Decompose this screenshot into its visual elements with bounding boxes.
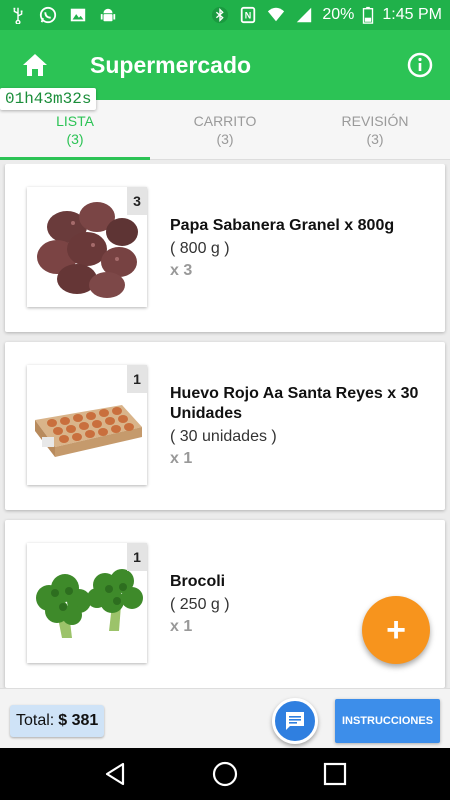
navigation-bar	[0, 748, 450, 800]
back-icon	[105, 762, 125, 786]
battery-percent: 20%	[322, 6, 355, 23]
product-quantity: x 3	[170, 262, 193, 279]
product-card[interactable]: 1 Huevo Rojo Aa Santa Reyes x 30 Unidade…	[5, 342, 445, 510]
quantity-badge: 1	[127, 543, 147, 571]
add-product-button[interactable]: +	[362, 596, 430, 664]
notification-icons	[8, 6, 118, 24]
recents-icon	[323, 762, 347, 786]
whatsapp-icon	[39, 6, 57, 24]
recents-button[interactable]	[315, 754, 355, 794]
svg-text:N: N	[245, 11, 252, 21]
status-time: 1:45 PM	[382, 6, 442, 23]
product-image-broccoli: 1	[27, 543, 147, 663]
tab-label: CARRITO	[193, 112, 257, 129]
plus-icon: +	[386, 610, 406, 649]
product-image-potatoes: 3	[27, 187, 147, 307]
info-button[interactable]	[390, 30, 450, 100]
info-icon	[407, 52, 433, 78]
home-icon	[23, 54, 47, 76]
chat-icon	[286, 712, 304, 730]
chat-button[interactable]	[272, 698, 318, 744]
app-title: Supermercado	[90, 51, 252, 78]
total-value: $ 381	[58, 712, 99, 729]
product-card[interactable]: 3 Papa Sabanera Granel x 800g ( 800 g ) …	[5, 164, 445, 332]
product-info: Huevo Rojo Aa Santa Reyes x 30 Unidades …	[170, 342, 425, 510]
product-info: Papa Sabanera Granel x 800g ( 800 g ) x …	[170, 164, 425, 332]
tab-revision[interactable]: REVISIÓN (3)	[300, 100, 450, 159]
total-label: Total:	[16, 712, 55, 729]
product-name: Huevo Rojo Aa Santa Reyes x 30 Unidades	[170, 385, 419, 422]
product-image-eggs: 1	[27, 365, 147, 485]
battery-icon	[363, 6, 374, 24]
wifi-icon	[268, 7, 285, 22]
image-icon	[70, 8, 86, 22]
instructions-button[interactable]: INSTRUCCIONES	[335, 699, 440, 743]
system-status: N 20% 1:45 PM	[210, 6, 442, 24]
tab-label: LISTA	[56, 112, 94, 129]
tab-count: (3)	[66, 130, 84, 147]
tab-label: REVISIÓN	[341, 112, 409, 129]
usb-icon	[13, 7, 23, 24]
home-nav-button[interactable]	[205, 754, 245, 794]
back-button[interactable]	[95, 754, 135, 794]
product-size: ( 800 g )	[170, 240, 230, 257]
timer-badge: 01h43m32s	[0, 88, 97, 110]
status-bar: N 20% 1:45 PM	[0, 0, 450, 30]
bluetooth-icon	[212, 6, 229, 24]
tab-carrito[interactable]: CARRITO (3)	[150, 100, 300, 159]
quantity-badge: 1	[127, 365, 147, 393]
product-quantity: x 1	[170, 450, 193, 467]
android-debug-icon	[100, 8, 116, 22]
signal-icon	[297, 7, 312, 23]
product-name: Brocoli	[170, 573, 226, 590]
tab-count: (3)	[216, 130, 234, 147]
bottom-bar: Total: $ 381 INSTRUCCIONES	[0, 688, 450, 748]
product-name: Papa Sabanera Granel x 800g	[170, 217, 395, 234]
home-circle-icon	[212, 761, 238, 787]
quantity-badge: 3	[127, 187, 147, 215]
product-size: ( 30 unidades )	[170, 428, 277, 445]
tab-count: (3)	[366, 130, 384, 147]
total-display: Total: $ 381	[10, 705, 105, 737]
nfc-icon: N	[241, 6, 256, 24]
